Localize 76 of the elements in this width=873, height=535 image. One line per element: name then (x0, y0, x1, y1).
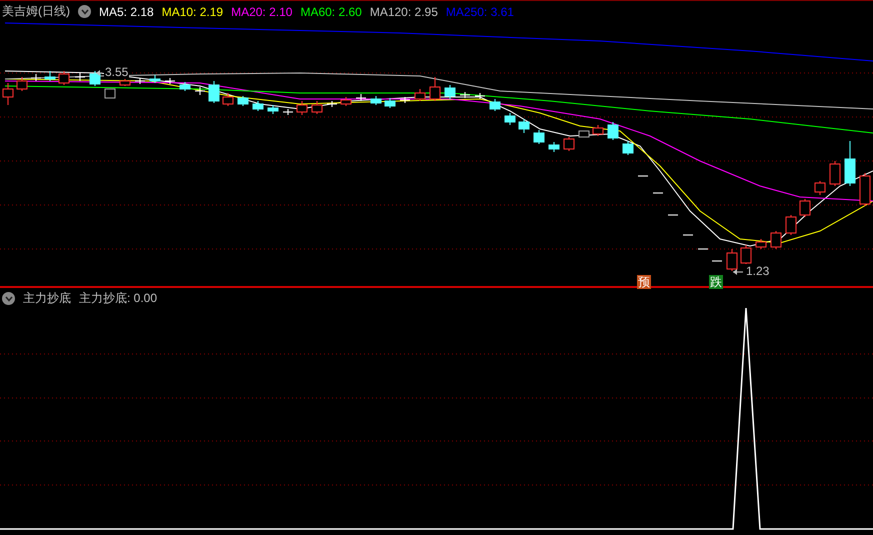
candlestick (800, 198, 810, 218)
candlestick (474, 92, 486, 100)
candlestick (312, 100, 322, 114)
candlestick (844, 140, 856, 186)
leader-arrow (732, 269, 744, 275)
candlestick (504, 112, 516, 126)
candlestick (164, 78, 176, 84)
candlestick (444, 84, 456, 100)
candlestick (238, 96, 248, 106)
candlestick (326, 100, 338, 108)
candlestick (668, 214, 678, 216)
candlestick (282, 108, 294, 116)
candlestick (90, 70, 100, 86)
candlestick (104, 88, 116, 98)
candlestick (622, 140, 634, 156)
candlestick (74, 72, 86, 82)
candlestick (860, 172, 870, 206)
candlestick (830, 160, 840, 186)
candlestick (134, 78, 146, 84)
candlestick (208, 80, 220, 104)
candlestick (592, 124, 604, 136)
candlestick (726, 248, 738, 272)
candlestick (578, 130, 590, 138)
moving-average-legend: MA10: 2.19 (162, 4, 224, 18)
moving-average-legend: MA60: 2.60 (300, 4, 362, 18)
candlestick (460, 92, 470, 98)
candlestick (518, 118, 530, 134)
price-label: 3.55 (104, 65, 130, 79)
price-label: 1.23 (745, 264, 770, 278)
candlestick (2, 82, 14, 106)
candlestick (180, 82, 190, 92)
collapse-toggle[interactable] (78, 5, 91, 18)
candlestick (58, 70, 70, 86)
leader-arrow (96, 70, 102, 76)
candlestick (564, 136, 574, 152)
candlestick (430, 76, 440, 102)
candlestick (16, 76, 28, 92)
candlestick (414, 88, 426, 102)
candlestick (356, 94, 366, 102)
candlestick (534, 130, 544, 144)
candlestick (740, 244, 752, 266)
chevron-icon (4, 296, 12, 302)
collapse-toggle[interactable] (2, 292, 15, 305)
moving-average-legend: MA20: 2.10 (231, 4, 292, 18)
candlestick (490, 98, 500, 112)
candlestick (296, 100, 308, 116)
candlestick (712, 260, 722, 262)
stock-title: 美吉姆(日线) (2, 3, 70, 20)
moving-average-legend: MA5: 2.18 (99, 4, 154, 18)
candlestick (30, 74, 42, 82)
candlestick (120, 78, 130, 86)
candlestick (608, 122, 618, 140)
candlestick (652, 192, 664, 194)
signal-badge: 跌 (709, 275, 723, 289)
candlestick (770, 230, 782, 250)
chevron-icon (80, 8, 88, 14)
candlestick (340, 96, 352, 106)
candlestick (698, 248, 708, 250)
indicator-reading: 主力抄底: 0.00 (79, 290, 158, 307)
candlestick (682, 234, 694, 236)
candlestick (150, 74, 160, 84)
candlestick (384, 98, 396, 108)
candlestick (194, 86, 206, 96)
candlestick (756, 238, 766, 250)
candlestick (252, 100, 264, 112)
candlestick (400, 96, 410, 104)
candlestick (222, 92, 234, 106)
candlestick (268, 104, 278, 114)
candlestick (814, 180, 826, 196)
candlestick (370, 96, 382, 106)
candlestick (44, 70, 56, 82)
moving-average-legend: MA250: 3.61 (446, 4, 514, 18)
signal-badge: 预 (637, 275, 651, 289)
moving-average-legend: MA120: 2.95 (370, 4, 438, 18)
indicator-title: 主力抄底 (23, 290, 71, 307)
candlestick (786, 214, 796, 236)
